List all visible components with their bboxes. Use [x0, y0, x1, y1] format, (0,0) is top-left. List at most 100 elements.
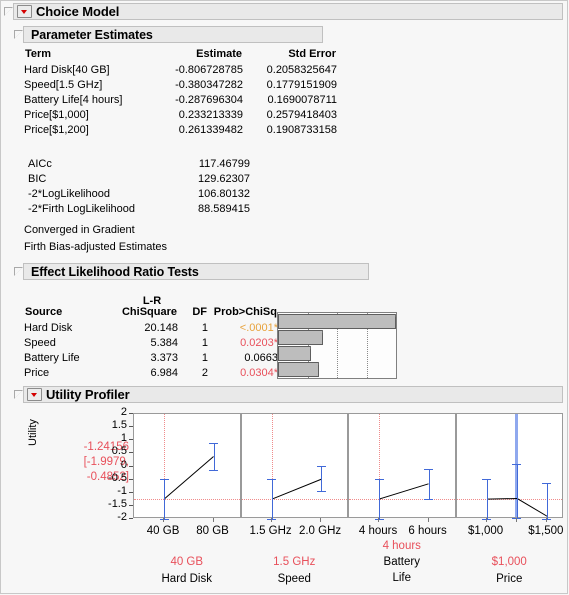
- table-row[interactable]: Price[$1,000] 0.233213339 0.2579418403: [24, 106, 337, 121]
- note-firth: Firth Bias-adjusted Estimates: [24, 241, 168, 253]
- section-title-effect-lrt: Effect Likelihood Ratio Tests: [31, 264, 199, 279]
- x-axis-tick: [270, 518, 272, 522]
- cell-statistic-label: -2*Firth LogLikelihood: [28, 203, 136, 215]
- table-header-row: Term Estimate Std Error: [24, 47, 337, 61]
- profiler-panel-speed[interactable]: [240, 413, 348, 520]
- table-row[interactable]: Price[$1,200] 0.261339482 0.1908733158: [24, 121, 337, 136]
- confidence-interval-cap: [424, 468, 434, 470]
- cell-std-error: 0.1779151909: [266, 79, 337, 91]
- confidence-interval-bar: [164, 479, 166, 519]
- column-header-estimate: Estimate: [196, 48, 242, 60]
- table-row[interactable]: Speed 5.384 1 0.0203*: [24, 334, 278, 349]
- disclosure-triangle-icon[interactable]: [4, 7, 13, 16]
- factor-name-label[interactable]: Price: [446, 573, 569, 585]
- effect-lrt-table: Source ChiSquare DF Prob>ChiSq Hard Disk…: [24, 305, 278, 379]
- cell-df: 1: [201, 322, 208, 334]
- cell-statistic-value: 88.589415: [198, 203, 250, 215]
- x-axis-tick: [378, 518, 380, 522]
- y-axis-tick-label: 0.5: [111, 445, 127, 458]
- column-header-chisquare: ChiSquare: [121, 306, 177, 318]
- cell-estimate: -0.287696304: [175, 94, 243, 106]
- column-header-std-error: Std Error: [288, 48, 336, 60]
- x-axis-tick: [485, 518, 487, 522]
- profiler-panel-hard-disk[interactable]: [133, 413, 241, 520]
- table-row[interactable]: Speed[1.5 GHz] -0.380347282 0.1779151909: [24, 76, 337, 91]
- disclosure-triangle-icon[interactable]: [14, 390, 23, 399]
- confidence-interval-cap: [542, 482, 552, 484]
- table-row[interactable]: Battery Life[4 hours] -0.287696304 0.16900…: [24, 91, 337, 106]
- table-row: BIC 129.62307: [28, 170, 250, 185]
- cell-source: Battery Life: [24, 352, 80, 364]
- x-axis-tick: [212, 518, 214, 522]
- confidence-interval-bar: [486, 479, 488, 519]
- cell-estimate: 0.233213339: [178, 109, 243, 121]
- disclosure-triangle-icon[interactable]: [14, 267, 23, 276]
- cell-prob-chisq: 0.0203*: [240, 337, 278, 349]
- x-axis-tick: [545, 518, 547, 522]
- y-axis-tick-label: -2: [117, 511, 127, 523]
- cell-term: Price[$1,200]: [24, 124, 89, 136]
- cell-chisquare: 5.384: [150, 337, 178, 349]
- column-header-prob-chisq: Prob>ChiSq: [213, 306, 277, 318]
- confidence-interval-cap: [267, 479, 277, 481]
- cell-std-error: 0.2579418403: [266, 109, 337, 121]
- confidence-interval-cap: [542, 519, 552, 520]
- table-row[interactable]: Price 6.984 2 0.0304*: [24, 364, 278, 379]
- x-axis-tick: [515, 518, 517, 522]
- table-row: AICc 117.46799: [28, 155, 250, 170]
- table-row[interactable]: Battery Life 3.373 1 0.0663: [24, 349, 278, 364]
- column-header-df: DF: [192, 306, 207, 318]
- y-axis-tick-label: 0: [120, 458, 127, 471]
- y-axis-tick-label: -1: [117, 484, 127, 497]
- table-row: -2*LogLikelihood 106.80132: [28, 185, 250, 200]
- red-triangle-menu-icon[interactable]: [27, 388, 42, 401]
- cell-chisquare: 20.148: [144, 322, 178, 334]
- section-header-effect-lrt[interactable]: Effect Likelihood Ratio Tests: [14, 263, 369, 280]
- confidence-interval-cap: [482, 519, 492, 520]
- cell-term: Hard Disk[40 GB]: [24, 64, 110, 76]
- section-header-parameter-estimates[interactable]: Parameter Estimates: [14, 26, 323, 43]
- bar-tick: [318, 361, 320, 365]
- cell-statistic-value: 106.80132: [198, 188, 250, 200]
- y-axis-tick-label: -1.5: [108, 497, 127, 510]
- confidence-interval-bar: [213, 442, 215, 471]
- cell-df: 2: [201, 367, 208, 379]
- confidence-interval-cap: [374, 479, 384, 481]
- cell-statistic-value: 117.46799: [198, 158, 250, 170]
- bar-tick: [321, 329, 323, 333]
- bar-tick: [310, 345, 312, 349]
- table-row[interactable]: Hard Disk[40 GB] -0.806728785 0.2058325647: [24, 61, 337, 76]
- cell-estimate: 0.261339482: [178, 124, 243, 136]
- confidence-interval-cap: [316, 465, 326, 467]
- current-factor-value[interactable]: $1,000: [446, 556, 569, 568]
- utility-line: [163, 456, 214, 500]
- lrt-significance-bar-chart: [277, 312, 397, 379]
- significance-bar: [278, 361, 320, 377]
- disclosure-triangle-icon[interactable]: [14, 30, 23, 39]
- table-header-row: Source ChiSquare DF Prob>ChiSq: [24, 305, 278, 319]
- x-axis-tick-label: $1,500: [528, 525, 564, 537]
- section-header-utility-profiler[interactable]: Utility Profiler: [14, 386, 563, 403]
- cell-term: Battery Life[4 hours]: [24, 94, 123, 106]
- red-triangle-menu-icon[interactable]: [17, 5, 32, 18]
- profiler-panel-battery-life[interactable]: [348, 413, 456, 520]
- column-header-source: Source: [25, 306, 63, 318]
- cell-term: Speed[1.5 GHz]: [24, 79, 103, 91]
- current-factor-value[interactable]: 4 hours: [338, 540, 466, 552]
- cell-statistic-value: 129.62307: [198, 173, 250, 185]
- confidence-interval-cap: [512, 517, 522, 519]
- y-axis-tick-label: 2: [120, 406, 127, 418]
- utility-profiler-plot[interactable]: [133, 413, 563, 520]
- confidence-interval-bar: [546, 482, 548, 519]
- cell-prob-chisq: <.0001*: [239, 322, 278, 334]
- y-axis-tick: [129, 518, 133, 519]
- table-row[interactable]: Hard Disk 20.148 1 <.0001*: [24, 319, 278, 334]
- section-title-choice-model: Choice Model: [36, 4, 120, 19]
- cell-prob-chisq: 0.0304*: [240, 367, 278, 379]
- section-header-choice-model[interactable]: Choice Model: [4, 3, 563, 20]
- bar-tick: [395, 313, 396, 317]
- confidence-interval-bar: [516, 463, 518, 518]
- confidence-interval-cap: [209, 470, 219, 472]
- confidence-interval-cap: [482, 479, 492, 481]
- profiler-panel-price[interactable]: [455, 413, 563, 520]
